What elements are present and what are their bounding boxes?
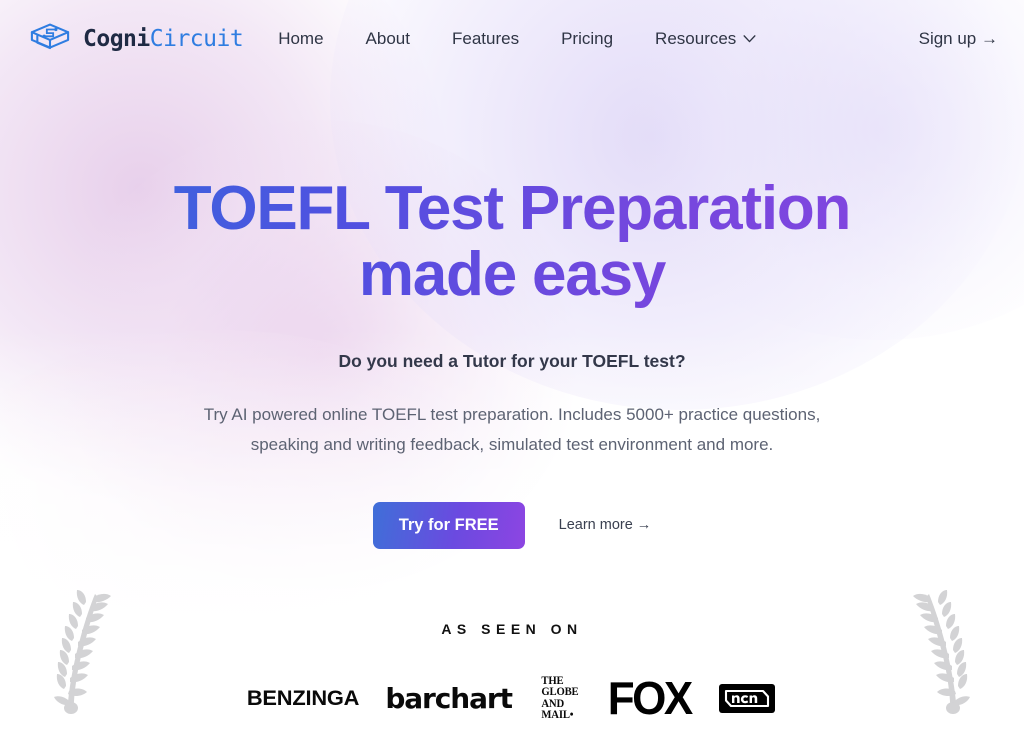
- nav-item-label: Resources: [655, 29, 737, 48]
- barchart-logo: barchart: [385, 682, 513, 716]
- hero-section: TOEFL Test Preparation made easy Do you …: [0, 78, 1024, 549]
- benzinga-logo: BENZINGA: [247, 686, 360, 710]
- globe-logo-line: MAIL•: [541, 709, 574, 722]
- headline-line-1: TOEFL Test Preparation: [173, 174, 851, 243]
- sign-up-link[interactable]: Sign up →: [919, 29, 998, 49]
- nav-item-about[interactable]: About: [366, 29, 410, 49]
- fox-logo: FOX: [607, 672, 693, 725]
- chevron-down-icon: [743, 35, 756, 43]
- brand-name-primary: Cogni: [83, 26, 150, 52]
- ncn-logo: [718, 684, 775, 714]
- as-seen-on-section: AS SEEN ON BENZINGA barchart THE GLOBE A…: [0, 621, 1024, 727]
- nav-item-pricing[interactable]: Pricing: [561, 29, 613, 49]
- brand-name-secondary: Circuit: [149, 26, 244, 52]
- hero-subheadline: Do you need a Tutor for your TOEFL test?: [338, 350, 686, 371]
- brand-wordmark: CogniCircuit: [83, 26, 244, 52]
- brand-logo[interactable]: CogniCircuit: [28, 20, 244, 58]
- learn-more-link[interactable]: Learn more →: [559, 517, 652, 533]
- globe-and-mail-logo: THE GLOBE AND MAIL•: [541, 675, 578, 722]
- as-seen-on-title: AS SEEN ON: [441, 620, 583, 637]
- nav-item-label: Features: [451, 29, 520, 48]
- nav-item-features[interactable]: Features: [452, 29, 519, 49]
- site-header: CogniCircuit Home About Features Pricing…: [0, 0, 1024, 78]
- try-for-free-button[interactable]: Try for FREE: [372, 502, 525, 549]
- nav-item-home[interactable]: Home: [278, 29, 323, 49]
- nav-item-resources[interactable]: Resources: [655, 29, 756, 49]
- page-title: TOEFL Test Preparation made easy: [0, 176, 1024, 309]
- graduation-circuit-icon: [30, 23, 70, 50]
- press-logo-row: BENZINGA barchart THE GLOBE AND MAIL• FO…: [0, 671, 1024, 727]
- nav-item-label: About: [365, 29, 410, 48]
- header-actions: Sign up →: [919, 29, 998, 49]
- nav-item-label: Home: [278, 29, 324, 48]
- headline-line-2: made easy: [358, 240, 666, 310]
- nav-item-label: Pricing: [561, 29, 614, 48]
- hero-cta-row: Try for FREE Learn more →: [0, 502, 1024, 549]
- hero-description: Try AI powered online TOEFL test prepara…: [203, 404, 821, 454]
- primary-navigation: Home About Features Pricing Resources: [278, 29, 756, 49]
